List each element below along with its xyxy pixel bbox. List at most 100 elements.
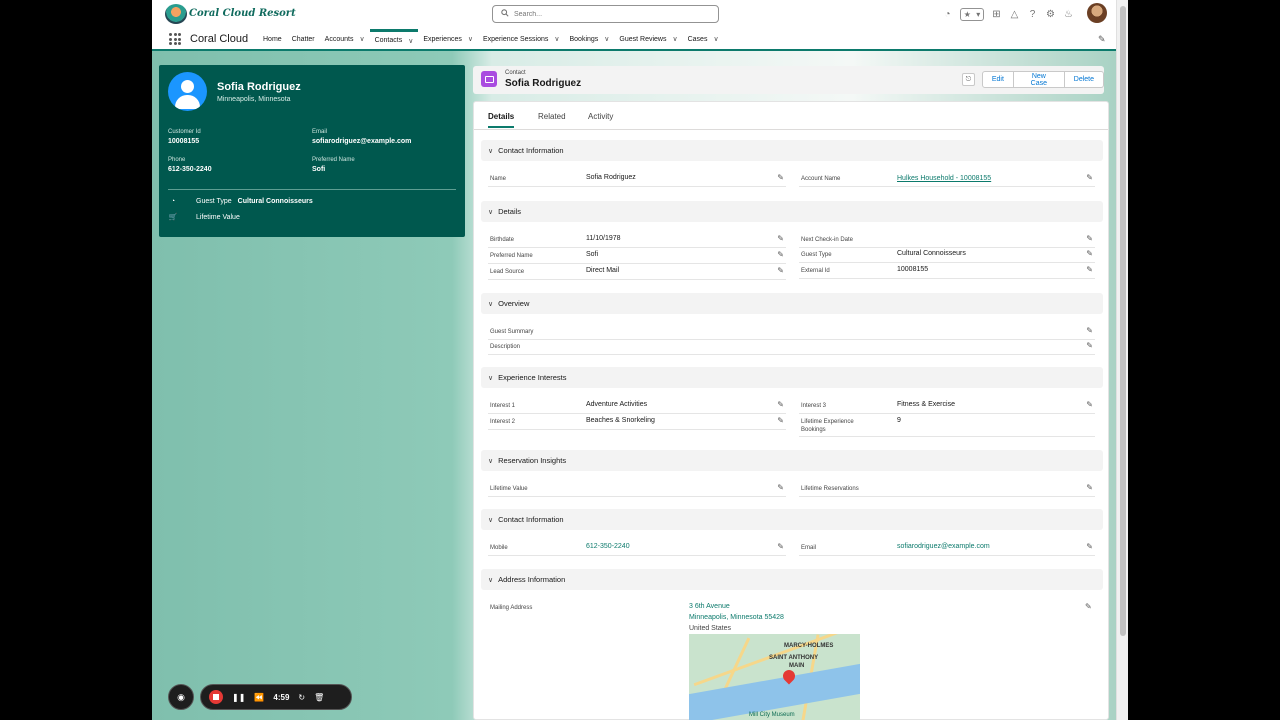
- app-window: Coral Cloud Resort ◔ ★▾ ⊞ △ ? ⚙ ♨ Coral …: [152, 0, 1128, 720]
- tab-activity[interactable]: Activity: [588, 112, 613, 126]
- chevron-down-icon[interactable]: ∨: [604, 35, 609, 43]
- trash-icon[interactable]: 🗑: [314, 693, 324, 702]
- nav-item-chatter[interactable]: Chatter: [287, 29, 320, 49]
- pencil-icon[interactable]: ✎: [1086, 173, 1093, 182]
- rewind-icon[interactable]: ⏪: [254, 693, 264, 702]
- nav-item-experiences[interactable]: Experiences ∨: [418, 29, 478, 49]
- nav-item-accounts[interactable]: Accounts ∨: [320, 29, 370, 49]
- pencil-icon[interactable]: ✎: [777, 416, 784, 425]
- camera-icon[interactable]: ◉: [168, 684, 194, 710]
- chevron-down-icon: ∨: [488, 208, 494, 216]
- chevron-down-icon[interactable]: ∨: [468, 35, 473, 43]
- contact-avatar: [168, 72, 207, 111]
- field-name: Name Sofia Rodriguez ✎: [488, 172, 786, 187]
- nav-item-bookings[interactable]: Bookings ∨: [564, 29, 614, 49]
- section-address-information[interactable]: ∨ Address Information: [481, 569, 1103, 590]
- chevron-down-icon[interactable]: ∨: [672, 35, 677, 43]
- chevron-down-icon: ▾: [976, 9, 981, 19]
- record-actions: ⎋ Edit New Case Delete: [962, 71, 1104, 88]
- pencil-icon[interactable]: ✎: [1086, 326, 1093, 335]
- pencil-icon[interactable]: ✎: [1086, 249, 1093, 258]
- section-contact-information-2[interactable]: ∨ Contact Information: [481, 509, 1103, 530]
- chevron-down-icon[interactable]: ∨: [554, 35, 559, 43]
- record-detail-card: Details Related Activity ∨ Contact Infor…: [473, 101, 1109, 720]
- pencil-icon[interactable]: ✎: [777, 483, 784, 492]
- field-lifetime-value: Lifetime Value ✎: [488, 482, 786, 497]
- section-contact-information[interactable]: ∨ Contact Information: [481, 140, 1103, 161]
- search-input[interactable]: [514, 8, 704, 20]
- user-avatar[interactable]: [1087, 3, 1107, 23]
- address-map[interactable]: MARCY-HOLMES SAINT ANTHONY MAIN Mill Cit…: [689, 634, 860, 720]
- section-overview[interactable]: ∨ Overview: [481, 293, 1103, 314]
- field-interest-1: Interest 1 Adventure Activities ✎: [488, 399, 786, 414]
- record-title: Sofia Rodriguez: [505, 78, 582, 89]
- field-interest-2: Interest 2 Beaches & Snorkeling ✎: [488, 415, 786, 430]
- highlights-location: Minneapolis, Minnesota: [217, 96, 291, 103]
- section-details[interactable]: ∨ Details: [481, 201, 1103, 222]
- pencil-icon[interactable]: ✎: [777, 400, 784, 409]
- pencil-icon[interactable]: ✎: [1086, 234, 1093, 243]
- nav-item-cases[interactable]: Cases ∨: [683, 29, 724, 49]
- delete-button[interactable]: Delete: [1064, 71, 1104, 88]
- bell-icon[interactable]: ♨: [1063, 9, 1074, 20]
- record-type: Contact: [505, 70, 526, 76]
- search-icon: [501, 9, 509, 17]
- pencil-icon[interactable]: ✎: [777, 250, 784, 259]
- gear-icon[interactable]: ⚙: [1045, 9, 1056, 20]
- guest-type-row: ◔ Guest Type Cultural Connoisseurs: [168, 198, 313, 205]
- pencil-icon[interactable]: ✎: [1086, 400, 1093, 409]
- trailhead-icon[interactable]: △: [1009, 9, 1020, 20]
- field-preferred-name: Preferred Name Sofi ✎: [488, 249, 786, 264]
- pencil-icon[interactable]: ✎: [1085, 602, 1092, 611]
- help-icon[interactable]: ?: [1027, 9, 1038, 20]
- page-scrollbar[interactable]: [1116, 0, 1128, 720]
- pause-icon[interactable]: ❚❚: [232, 693, 245, 702]
- edit-nav-pencil-icon[interactable]: ✎: [1098, 34, 1106, 45]
- app-name: Coral Cloud: [190, 33, 249, 45]
- chevron-down-icon: ∨: [488, 147, 494, 155]
- section-reservation-insights[interactable]: ∨ Reservation Insights: [481, 450, 1103, 471]
- pencil-icon[interactable]: ✎: [1086, 265, 1093, 274]
- chevron-down-icon[interactable]: ∨: [359, 35, 364, 43]
- field-mobile: Mobile 612-350-2240 ✎: [488, 541, 786, 556]
- chevron-down-icon[interactable]: ∨: [408, 37, 413, 45]
- tab-related[interactable]: Related: [538, 112, 566, 126]
- new-case-button[interactable]: New Case: [1013, 71, 1065, 88]
- favorites-button[interactable]: ★ ▾: [960, 7, 984, 21]
- org-chart-icon[interactable]: ⎋: [962, 73, 975, 86]
- brand-logo-icon[interactable]: [165, 4, 187, 24]
- field-interest-3: Interest 3 Fitness & Exercise ✎: [799, 399, 1095, 414]
- section-experience-interests[interactable]: ∨ Experience Interests: [481, 367, 1103, 388]
- field-email: Email sofiarodriguez@example.com ✎: [799, 541, 1095, 556]
- email-highlight-field: Email sofiarodriguez@example.com: [312, 129, 412, 145]
- pencil-icon[interactable]: ✎: [1086, 542, 1093, 551]
- pencil-icon[interactable]: ✎: [1086, 483, 1093, 492]
- pencil-icon[interactable]: ✎: [777, 266, 784, 275]
- field-birthdate: Birthdate 11/10/1978 ✎: [488, 233, 786, 248]
- nav-item-experience-sessions[interactable]: Experience Sessions ∨: [478, 29, 565, 49]
- nav-item-contacts[interactable]: Contacts ∨: [369, 29, 419, 49]
- pencil-icon[interactable]: ✎: [777, 173, 784, 182]
- agent-icon[interactable]: ◔: [942, 9, 953, 20]
- edit-button[interactable]: Edit: [981, 71, 1014, 88]
- restart-icon[interactable]: ↻: [298, 693, 305, 702]
- stop-recording-button[interactable]: [209, 690, 223, 704]
- record-header: Contact Sofia Rodriguez ⎋ Edit New Case …: [473, 66, 1104, 94]
- pencil-icon[interactable]: ✎: [1086, 341, 1093, 350]
- chevron-down-icon[interactable]: ∨: [713, 35, 718, 43]
- pencil-icon[interactable]: ✎: [777, 234, 784, 243]
- map-label: MAIN: [789, 663, 805, 669]
- contact-icon: [481, 71, 497, 87]
- divider: [168, 189, 456, 190]
- highlights-name: Sofia Rodriguez: [217, 81, 301, 93]
- chevron-down-icon: ∨: [488, 576, 494, 584]
- tab-details[interactable]: Details: [488, 112, 515, 128]
- pencil-icon[interactable]: ✎: [777, 542, 784, 551]
- add-icon[interactable]: ⊞: [991, 9, 1002, 20]
- app-launcher-icon[interactable]: [169, 33, 181, 45]
- global-search[interactable]: [492, 5, 719, 23]
- nav-item-home[interactable]: Home: [258, 29, 287, 49]
- nav-item-guest-reviews[interactable]: Guest Reviews ∨: [614, 29, 682, 49]
- brand-logo-text[interactable]: Coral Cloud Resort: [189, 8, 296, 19]
- screen-recorder-controls: ◉ ❚❚ ⏪ 4:59 ↻ 🗑: [168, 684, 352, 710]
